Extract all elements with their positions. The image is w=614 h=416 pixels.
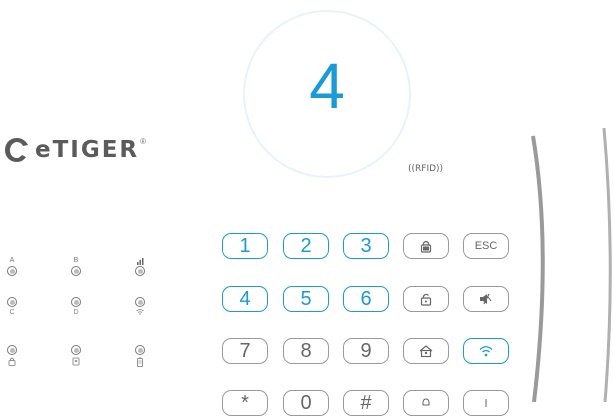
signal-icon	[110, 257, 170, 265]
indicator-battery	[110, 344, 170, 370]
tamper-icon	[46, 357, 106, 369]
indicator-c: C	[0, 296, 42, 317]
lock-icon	[0, 357, 42, 369]
pressed-key-digit: 4	[309, 50, 345, 122]
indicator-battery-led	[135, 345, 145, 355]
key-3[interactable]: 3	[343, 233, 389, 259]
indicator-d-label: D	[73, 309, 79, 316]
indicator-c-label: C	[9, 309, 15, 316]
key-6[interactable]: 6	[343, 286, 389, 312]
indicator-tamper-led	[71, 345, 81, 355]
indicator-a-led	[7, 266, 17, 276]
key-sos[interactable]	[403, 390, 449, 416]
indicator-lock	[0, 344, 42, 369]
bell-icon	[422, 398, 430, 406]
enter-icon	[485, 399, 487, 407]
indicator-c-led	[7, 297, 17, 307]
key-esc[interactable]: ESC	[463, 233, 509, 259]
indicator-lock-led	[7, 345, 17, 355]
key-4[interactable]: 4	[222, 286, 268, 312]
key-away-arm[interactable]	[403, 233, 449, 259]
tiger-head-icon	[5, 138, 28, 162]
home-icon	[419, 345, 433, 358]
key-wifi[interactable]	[463, 338, 509, 364]
key-star[interactable]: *	[222, 390, 268, 416]
key-disarm[interactable]	[403, 286, 449, 312]
key-0[interactable]: 0	[283, 390, 329, 416]
lock-open-icon	[420, 293, 432, 306]
indicator-b-led	[71, 266, 81, 276]
wifi-icon	[479, 346, 493, 357]
brand-logo: eTIGER ®	[3, 136, 146, 164]
indicator-signal	[110, 257, 170, 276]
battery-icon	[110, 357, 170, 370]
indicator-d-led	[71, 297, 81, 307]
key-2[interactable]: 2	[283, 233, 329, 259]
indicator-wifi-led	[135, 297, 145, 307]
key-home-arm[interactable]	[403, 338, 449, 364]
lock-closed-icon	[420, 240, 432, 253]
indicator-a: A	[0, 257, 42, 276]
key-9[interactable]: 9	[343, 338, 389, 364]
rfid-label: ((RFID))	[408, 164, 444, 174]
key-5[interactable]: 5	[283, 286, 329, 312]
key-1[interactable]: 1	[222, 233, 268, 259]
brand-name: eTIGER	[35, 137, 140, 163]
wifi-icon	[110, 309, 170, 318]
pressed-key-display: 4	[243, 10, 411, 178]
indicator-tamper	[46, 344, 106, 369]
indicator-signal-led	[135, 266, 145, 276]
indicator-b: B	[46, 257, 106, 276]
key-7[interactable]: 7	[222, 338, 268, 364]
key-enter[interactable]	[463, 390, 509, 416]
key-hash[interactable]: #	[343, 390, 389, 416]
indicator-wifi	[110, 296, 170, 318]
indicator-a-label: A	[9, 257, 15, 264]
indicator-b-label: B	[73, 257, 79, 264]
registered-mark: ®	[140, 136, 147, 146]
speaker-mute-icon	[480, 293, 492, 305]
key-mute[interactable]	[463, 286, 509, 312]
key-8[interactable]: 8	[283, 338, 329, 364]
indicator-d: D	[46, 296, 106, 317]
